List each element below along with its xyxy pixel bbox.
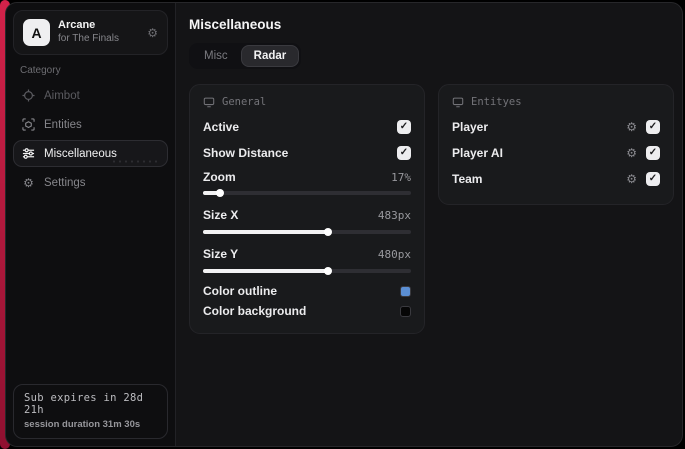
general-panel-header: General xyxy=(203,96,411,108)
session-duration-text: session duration 31m 30s xyxy=(24,419,141,430)
size-x-value: 483px xyxy=(377,208,411,222)
entity-row-player-ai: Player AI ⚙ ✓ xyxy=(452,140,660,166)
sidebar-item-settings[interactable]: ⚙ Settings xyxy=(13,169,168,196)
setting-label: Size Y xyxy=(203,247,239,261)
entity-row-player: Player ⚙ ✓ xyxy=(452,114,660,140)
sidebar-item-aimbot[interactable]: Aimbot xyxy=(13,82,168,109)
entity-label: Player xyxy=(452,120,489,134)
setting-row-zoom: Zoom 17% xyxy=(203,166,411,188)
size-y-value: 480px xyxy=(377,247,411,261)
color-swatch-outline[interactable] xyxy=(400,285,411,297)
profile-card[interactable]: A Arcane for The Finals ⚙ xyxy=(13,10,168,55)
entities-panel: Entityes Player ⚙ ✓ Player AI ⚙ ✓ Team ⚙… xyxy=(438,84,674,205)
subscription-status-card: Sub expires in 28d 21h session duration … xyxy=(13,384,168,439)
general-panel: General Active ✓ Show Distance ✓ Zoom 17… xyxy=(189,84,425,334)
size-y-slider[interactable] xyxy=(203,267,411,275)
entity-controls: ⚙ ✓ xyxy=(626,146,660,160)
monitor-icon xyxy=(452,97,464,108)
gear-icon[interactable]: ⚙ xyxy=(626,121,637,133)
setting-label: Color outline xyxy=(203,284,277,298)
cube-scan-icon xyxy=(22,118,35,131)
app-name: Arcane xyxy=(58,19,96,32)
page-title: Miscellaneous xyxy=(189,17,282,32)
gear-icon[interactable]: ⚙ xyxy=(626,173,637,185)
entity-controls: ⚙ ✓ xyxy=(626,120,660,134)
main-content: Miscellaneous Misc Radar General Active … xyxy=(176,3,682,446)
sub-expires-text: Sub expires in 28d 21h xyxy=(24,392,144,416)
sliders-icon xyxy=(22,147,35,160)
color-swatch-background[interactable] xyxy=(400,305,411,317)
setting-row-active: Active ✓ xyxy=(203,114,411,140)
zoom-value: 17% xyxy=(391,170,411,184)
setting-label: Size X xyxy=(203,208,239,222)
sidebar-item-entities[interactable]: Entities xyxy=(13,111,168,138)
panel-title: Entityes xyxy=(471,96,522,108)
tab-radar[interactable]: Radar xyxy=(240,45,300,67)
checkbox-team[interactable]: ✓ xyxy=(646,172,660,186)
entity-label: Player AI xyxy=(452,146,503,160)
slider-fill xyxy=(203,230,328,234)
size-x-slider[interactable] xyxy=(203,228,411,236)
entity-label: Team xyxy=(452,172,483,186)
monitor-icon xyxy=(203,97,215,108)
profile-text: Arcane for The Finals xyxy=(58,19,139,45)
entities-panel-header: Entityes xyxy=(452,96,660,108)
sidebar-nav: Aimbot Entities Miscellaneous ⚙ Settings xyxy=(6,80,175,196)
slider-fill xyxy=(203,269,328,273)
checkbox-active[interactable]: ✓ xyxy=(397,120,411,134)
setting-label: Zoom xyxy=(203,170,236,184)
dots-decoration xyxy=(111,160,157,163)
setting-row-size-y: Size Y 480px xyxy=(203,242,411,266)
tab-bar: Misc Radar xyxy=(189,43,302,69)
slider-thumb[interactable] xyxy=(323,267,332,275)
gear-icon[interactable]: ⚙ xyxy=(147,27,158,39)
setting-row-size-x: Size X 483px xyxy=(203,203,411,227)
sidebar-item-label: Aimbot xyxy=(44,89,80,102)
entity-row-team: Team ⚙ ✓ xyxy=(452,166,660,192)
zoom-slider[interactable] xyxy=(203,189,411,197)
sidebar-item-label: Entities xyxy=(44,118,82,131)
gear-icon[interactable]: ⚙ xyxy=(626,147,637,159)
panel-title: General xyxy=(222,96,267,108)
panels-row: General Active ✓ Show Distance ✓ Zoom 17… xyxy=(189,84,674,334)
category-label: Category xyxy=(20,65,61,76)
tab-misc[interactable]: Misc xyxy=(191,45,241,67)
checkbox-player-ai[interactable]: ✓ xyxy=(646,146,660,160)
app-subtitle: for The Finals xyxy=(58,33,119,45)
checkbox-show-distance[interactable]: ✓ xyxy=(397,146,411,160)
setting-label: Active xyxy=(203,120,240,134)
setting-label: Color background xyxy=(203,304,307,318)
setting-row-show-distance: Show Distance ✓ xyxy=(203,140,411,166)
app-logo: A xyxy=(23,19,50,46)
slider-thumb[interactable] xyxy=(323,228,332,236)
sidebar-item-label: Miscellaneous xyxy=(44,147,117,160)
sidebar: A Arcane for The Finals ⚙ Category Aimbo… xyxy=(6,3,176,446)
app-window: A Arcane for The Finals ⚙ Category Aimbo… xyxy=(0,0,685,449)
slider-thumb[interactable] xyxy=(215,189,224,197)
sidebar-item-miscellaneous[interactable]: Miscellaneous xyxy=(13,140,168,167)
sidebar-item-label: Settings xyxy=(44,176,86,189)
crosshair-icon xyxy=(22,89,35,102)
setting-row-color-background: Color background xyxy=(203,301,411,321)
entity-controls: ⚙ ✓ xyxy=(626,172,660,186)
setting-label: Show Distance xyxy=(203,146,289,160)
setting-row-color-outline: Color outline xyxy=(203,281,411,301)
gear-icon: ⚙ xyxy=(23,175,34,190)
checkbox-player[interactable]: ✓ xyxy=(646,120,660,134)
cheat-menu-window: A Arcane for The Finals ⚙ Category Aimbo… xyxy=(5,2,683,447)
